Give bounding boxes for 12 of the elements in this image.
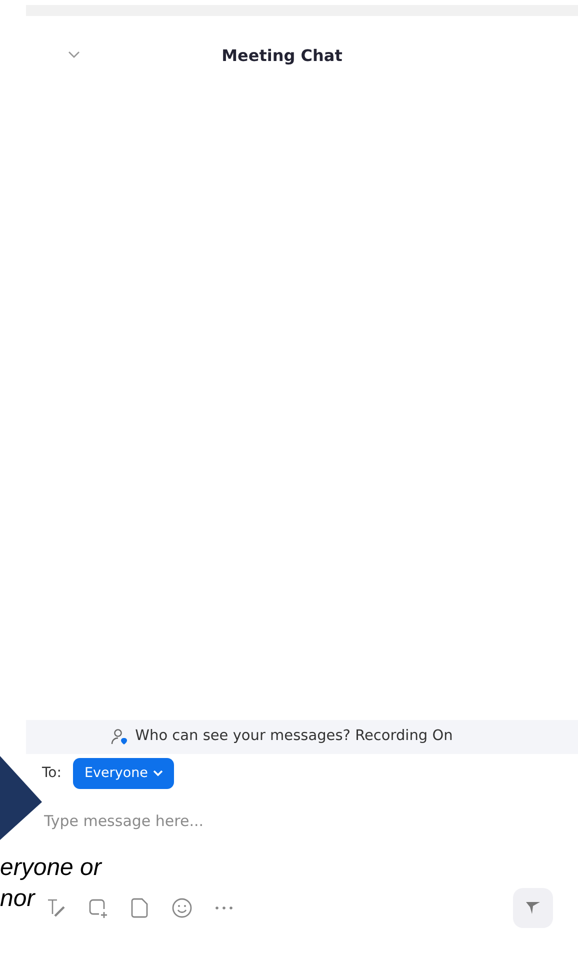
notice-text: Who can see your messages? Recording On (135, 727, 453, 746)
text-format-icon[interactable] (45, 897, 67, 919)
callout-text: nor (0, 884, 35, 914)
emoji-icon[interactable] (171, 897, 193, 919)
screenshot-icon[interactable] (87, 897, 109, 919)
callout-text: eryone or (0, 853, 102, 883)
caret-icon (152, 770, 163, 777)
recipient-dropdown[interactable]: Everyone (73, 758, 174, 788)
send-icon (525, 901, 541, 915)
to-label: To: (42, 764, 62, 783)
chevron-down-icon[interactable] (68, 51, 80, 59)
panel-title: Meeting Chat (222, 45, 342, 67)
